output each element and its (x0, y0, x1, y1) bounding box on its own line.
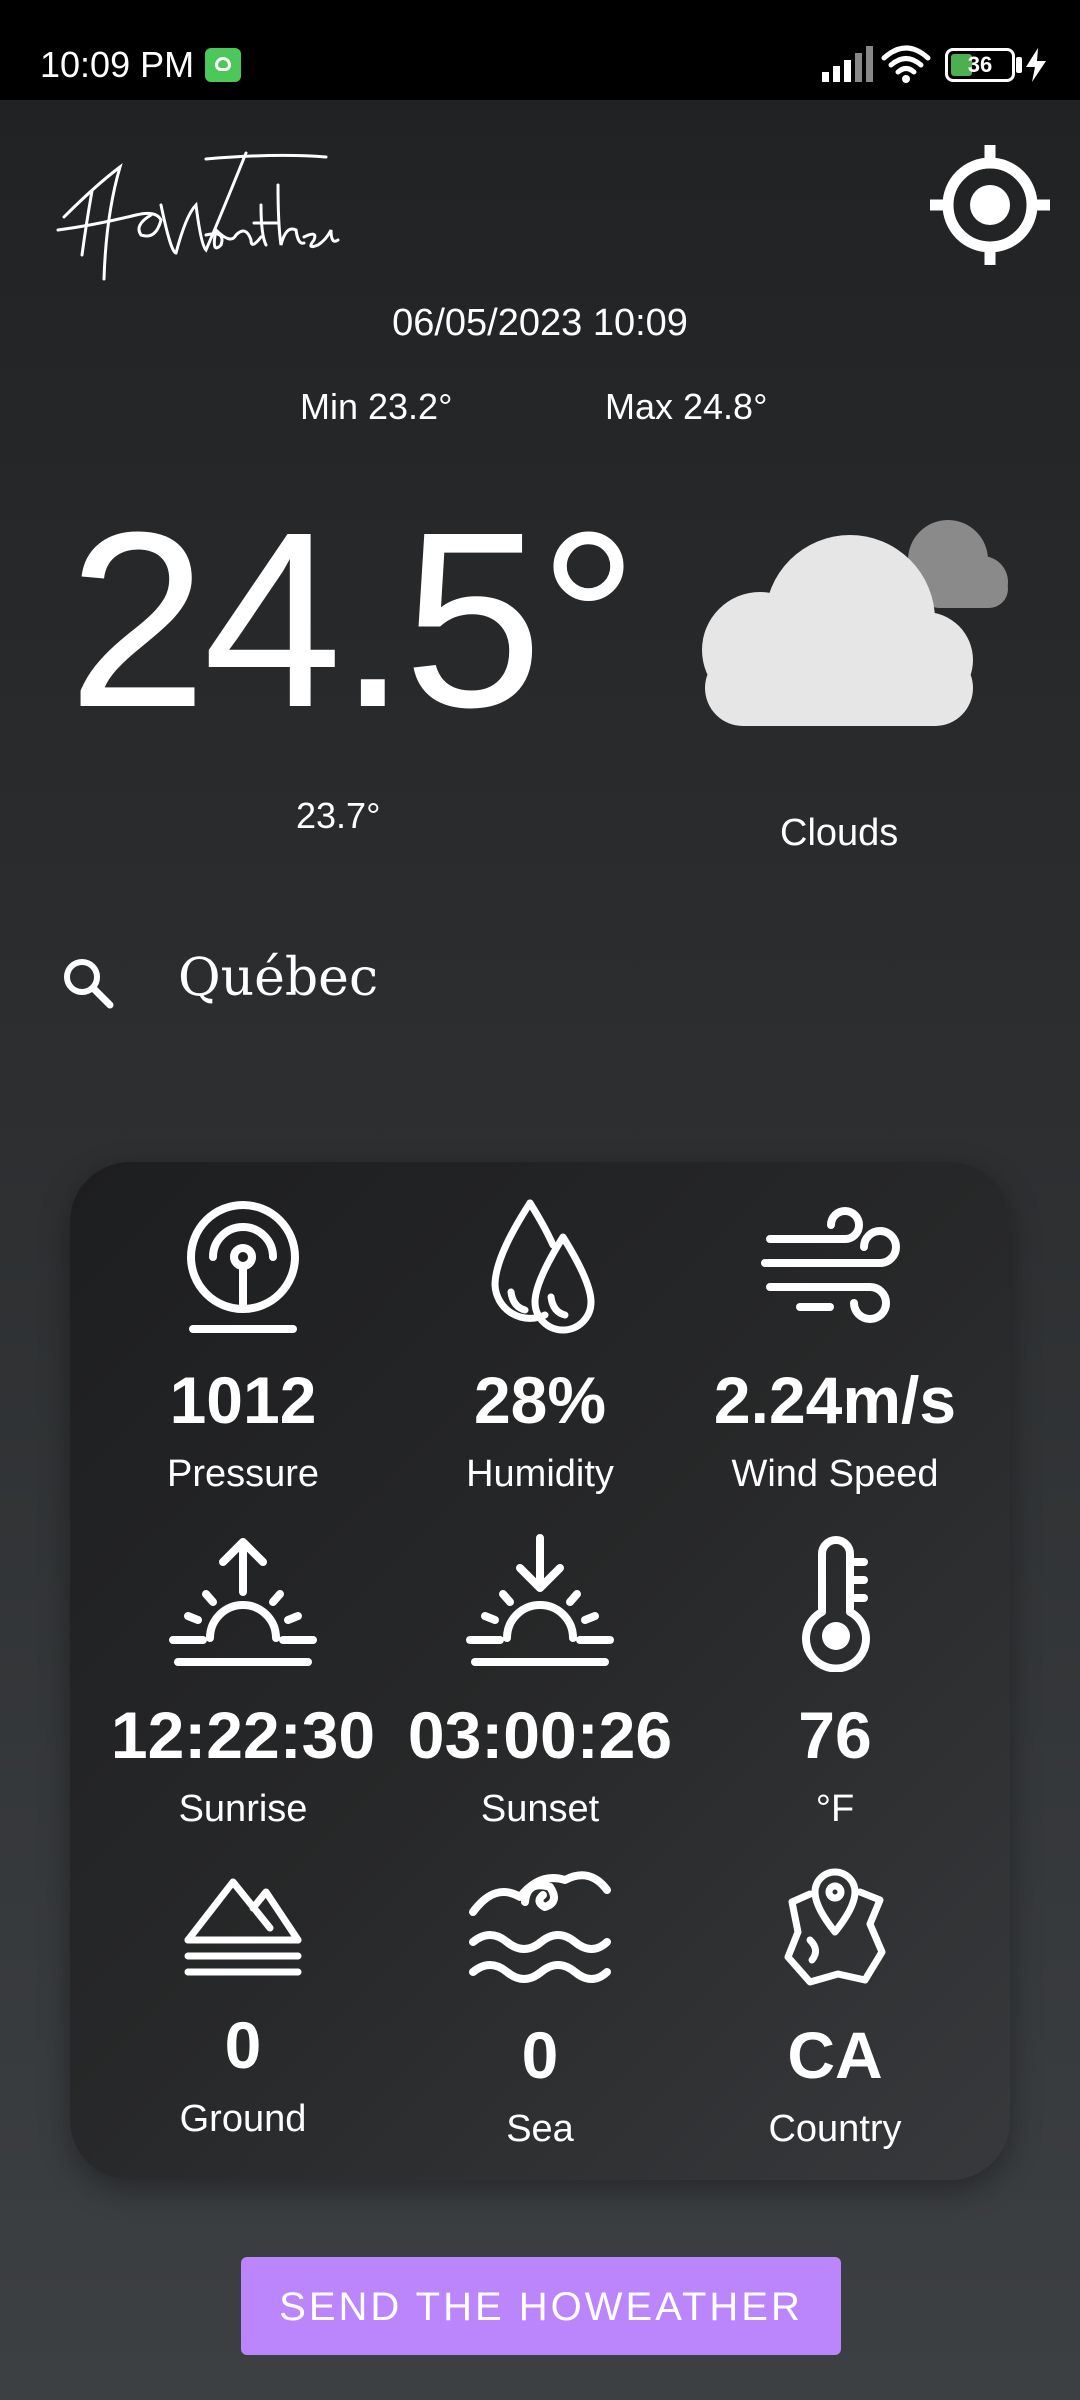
sea-level-icon (469, 1871, 611, 1983)
sunset-icon (466, 1534, 614, 1666)
country-label: Country (768, 2108, 902, 2150)
city-search-field[interactable]: Québec (178, 948, 378, 1008)
my-location-button[interactable] (930, 145, 1050, 265)
weather-description: Clouds (780, 812, 899, 854)
sunset-cell: 03:00:26 Sunset (390, 1532, 690, 1828)
max-temperature: Max 24.8° (605, 386, 768, 427)
current-temperature: 24.5° (68, 480, 639, 759)
sea-level-label: Sea (506, 2108, 574, 2150)
ground-level-value: 0 (224, 2008, 262, 2082)
pressure-icon (187, 1201, 299, 1333)
signal-icon (822, 46, 873, 82)
sea-level-value: 0 (521, 2018, 559, 2092)
wifi-icon (881, 45, 931, 83)
humidity-value: 28% (473, 1363, 607, 1437)
wind-speed-cell: 2.24m/s Wind Speed (685, 1197, 985, 1493)
country-cell: CA Country (685, 1862, 985, 2148)
battery-level: 36 (967, 52, 993, 77)
sea-level-cell: 0 Sea (390, 1862, 690, 2148)
wind-speed-value: 2.24m/s (713, 1363, 957, 1437)
country-value: CA (787, 2018, 883, 2092)
wind-speed-label: Wind Speed (731, 1453, 939, 1495)
charging-bolt-icon (1026, 48, 1046, 82)
pressure-label: Pressure (166, 1453, 320, 1495)
humidity-label: Humidity (466, 1453, 614, 1495)
sunrise-icon (169, 1538, 317, 1666)
status-bar: 10:09 PM 36 (0, 0, 1080, 100)
battery-icon: 36 (945, 48, 1015, 82)
humidity-cell: 28% Humidity (390, 1197, 690, 1493)
feels-like-temperature: 23.7° (296, 795, 381, 836)
min-temperature: Min 23.2° (300, 386, 453, 427)
sunrise-value: 12:22:30 (110, 1698, 376, 1772)
pressure-cell: 1012 Pressure (93, 1197, 393, 1493)
weather-details-card: 1012 Pressure 28% Humidity 2.24m/s Wind … (70, 1162, 1010, 2180)
ground-level-label: Ground (179, 2098, 307, 2140)
fahrenheit-value: 76 (798, 1698, 872, 1772)
sunset-value: 03:00:26 (407, 1698, 673, 1772)
fahrenheit-label: °F (815, 1788, 855, 1830)
status-time: 10:09 PM (40, 44, 195, 85)
ground-level-cell: 0 Ground (93, 1862, 393, 2138)
sunrise-label: Sunrise (178, 1788, 308, 1830)
send-howeather-button[interactable]: SEND THE HOWEATHER (241, 2257, 841, 2355)
ground-level-icon (184, 1878, 302, 1976)
battery-tip (1016, 57, 1022, 73)
search-icon[interactable] (60, 955, 116, 1011)
map-pin-icon (784, 1868, 886, 1986)
wind-icon (761, 1207, 900, 1323)
app-logo (56, 151, 340, 281)
fahrenheit-cell: 76 °F (685, 1532, 985, 1828)
date-time: 06/05/2023 10:09 (392, 302, 688, 344)
sunrise-cell: 12:22:30 Sunrise (93, 1532, 393, 1828)
sunset-label: Sunset (480, 1788, 600, 1830)
thermometer-icon (802, 1536, 870, 1672)
humidity-icon (491, 1199, 595, 1334)
pressure-value: 1012 (169, 1363, 317, 1437)
cloud-icon (702, 520, 1008, 726)
app-notification-icon (205, 48, 241, 82)
